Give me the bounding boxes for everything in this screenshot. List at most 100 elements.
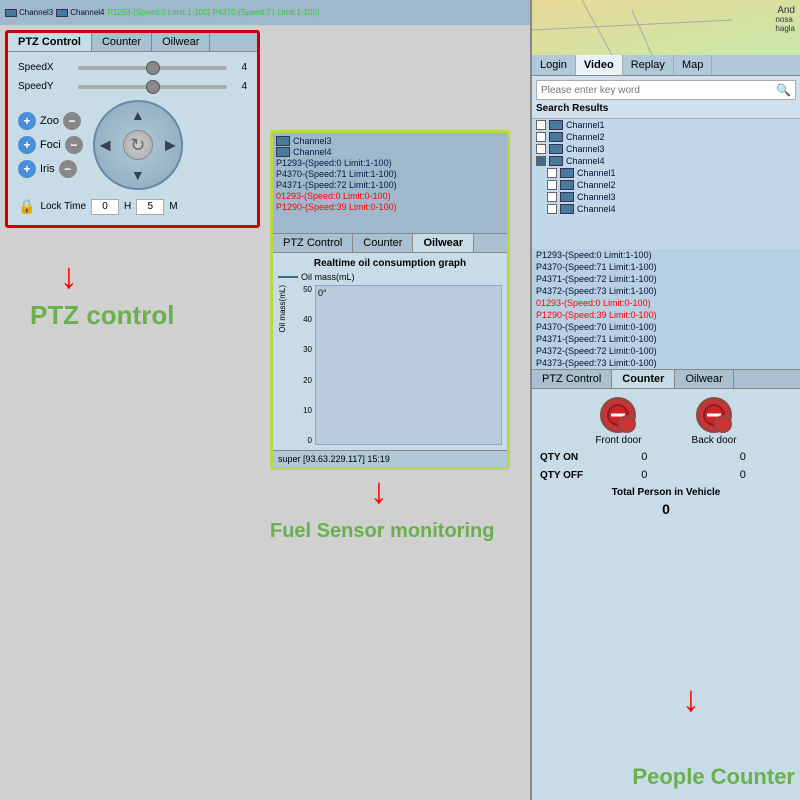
zoom-row: + Zoo −: [18, 112, 83, 130]
channel-checkbox[interactable]: [536, 120, 546, 130]
tab-bottom-counter[interactable]: Counter: [612, 370, 675, 388]
back-door-wrap: Back door: [692, 397, 737, 446]
channel-checkbox[interactable]: [547, 180, 557, 190]
lock-hours-input[interactable]: [91, 199, 119, 215]
channel-speed-text: P4370-(Speed:71 Limit:1-100): [276, 169, 397, 179]
channel-item: Channel1: [532, 119, 800, 131]
channel-text-item: P4372-(Speed:72 Limit:0-100): [532, 345, 800, 357]
map-area: And nosahagla: [532, 0, 800, 55]
tab-login[interactable]: Login: [532, 55, 576, 75]
iris-row: + Iris −: [18, 160, 83, 178]
legend-label: Oil mass(mL): [301, 272, 355, 282]
fuel-footer: super [93.63.229.117] 15:19: [273, 450, 507, 467]
focus-plus-button[interactable]: +: [18, 136, 36, 154]
channel-name: Channel1: [566, 120, 605, 130]
back-qty-off-val: 0: [708, 469, 778, 481]
speedy-label: SpeedY: [18, 81, 73, 92]
channel-text-item: P4371-(Speed:71 Limit:0-100): [532, 333, 800, 345]
channel-name: Channel2: [566, 132, 605, 142]
channel-name: Channel3: [566, 144, 605, 154]
channel-cam-icon: [560, 192, 574, 202]
channel-checkbox[interactable]: [547, 192, 557, 202]
tab-oilwear[interactable]: Oilwear: [152, 33, 210, 51]
joystick-right-arrow[interactable]: ▶: [165, 137, 176, 154]
focus-minus-button[interactable]: −: [65, 136, 83, 154]
channel-name: Channel1: [577, 168, 616, 178]
iris-plus-button[interactable]: +: [18, 160, 36, 178]
speedx-slider[interactable]: [78, 66, 227, 70]
speedy-row: SpeedY 4: [18, 81, 247, 92]
joystick-down-arrow[interactable]: ▼: [131, 167, 145, 183]
channel-item: Channel2: [532, 131, 800, 143]
graph-canvas: 0°: [315, 285, 502, 445]
right-nav-tabs: Login Video Replay Map: [532, 55, 800, 76]
fuel-arrow: ↓: [370, 470, 388, 512]
channel-cam-icon: [549, 156, 563, 166]
zoom-minus-button[interactable]: −: [63, 112, 81, 130]
speedx-label: SpeedX: [18, 62, 73, 73]
speedx-val: 4: [232, 62, 247, 73]
lock-minutes-input[interactable]: [136, 199, 164, 215]
channel-cam-icon: [276, 136, 290, 146]
tab-map[interactable]: Map: [674, 55, 712, 75]
lock-icon: 🔒: [18, 198, 35, 215]
ptz-joystick[interactable]: ▲ ▼ ◀ ▶ ↻: [93, 100, 183, 190]
search-box[interactable]: 🔍: [536, 80, 796, 100]
channel-speed-text: P4371-(Speed:72 Limit:1-100): [276, 180, 397, 190]
qty-on-label: QTY ON: [540, 452, 595, 463]
ptz-arrow: ↓: [60, 255, 78, 297]
zoom-plus-button[interactable]: +: [18, 112, 36, 130]
search-results-label: Search Results: [536, 103, 796, 114]
ptz-controls: + Zoo − + Foci − + Iris − ▲ ▼ ◀: [18, 100, 247, 190]
tab-fuel-counter[interactable]: Counter: [353, 234, 413, 252]
channel-checkbox[interactable]: [536, 132, 546, 142]
speedx-thumb[interactable]: [146, 61, 160, 75]
sub-channel-item: Channel4: [532, 203, 800, 215]
channel-text-item: P4372-(Speed:73 Limit:1-100): [532, 285, 800, 297]
bottom-panel-tabs: PTZ Control Counter Oilwear: [532, 369, 800, 389]
y-val-40: 40: [292, 315, 312, 324]
joystick-left-arrow[interactable]: ◀: [100, 137, 111, 154]
iris-minus-button[interactable]: −: [59, 160, 77, 178]
search-icon[interactable]: 🔍: [776, 83, 791, 97]
lock-row: 🔒 Lock Time H M: [18, 198, 247, 215]
channel-text-item: P4370-(Speed:70 Limit:0-100): [532, 321, 800, 333]
tab-fuel-oilwear[interactable]: Oilwear: [413, 234, 474, 252]
search-input[interactable]: [541, 85, 776, 96]
qty-off-vals: 0 0: [595, 469, 792, 481]
channel-checkbox[interactable]: [547, 168, 557, 178]
legend-line: [278, 276, 298, 278]
total-section: Total Person in Vehicle 0: [540, 487, 792, 517]
tab-replay[interactable]: Replay: [623, 55, 674, 75]
channel-cam-icon: [549, 132, 563, 142]
fuel-tabs: PTZ Control Counter Oilwear: [273, 233, 507, 253]
channel-item: Channel4: [532, 155, 800, 167]
channel-cam-icon: [56, 9, 68, 17]
front-qty-on-val: 0: [609, 451, 679, 463]
speedy-thumb[interactable]: [146, 80, 160, 94]
tab-ptz-control[interactable]: PTZ Control: [8, 33, 92, 51]
speedy-slider[interactable]: [78, 85, 227, 89]
top-channel-item: Channel3: [5, 8, 53, 17]
right-channel-list-top: Channel1 Channel2 Channel3 Channel4 Chan…: [532, 119, 800, 249]
y-val-30: 30: [292, 345, 312, 354]
tab-bottom-ptz[interactable]: PTZ Control: [532, 370, 612, 388]
lock-m-unit: M: [169, 201, 177, 212]
tab-video[interactable]: Video: [576, 55, 623, 75]
people-counter-arrow: ↓: [682, 678, 700, 720]
search-area: 🔍 Search Results: [532, 76, 800, 119]
tab-fuel-ptz[interactable]: PTZ Control: [273, 234, 353, 252]
channel-cam-icon: [560, 168, 574, 178]
joystick-center[interactable]: ↻: [123, 130, 153, 160]
fuel-text-row-red: 01293-(Speed:0 Limit:0-100): [276, 191, 504, 201]
channel-checkbox-checked[interactable]: [536, 156, 546, 166]
channel-checkbox[interactable]: [536, 144, 546, 154]
total-person-label: Total Person in Vehicle: [540, 487, 792, 498]
joystick-up-arrow[interactable]: ▲: [131, 107, 145, 123]
channel-text-item: P4370-(Speed:71 Limit:1-100): [532, 261, 800, 273]
ptz-panel: PTZ Control Counter Oilwear SpeedX 4 Spe…: [5, 30, 260, 228]
graph-legend: Oil mass(mL): [278, 272, 502, 282]
tab-counter[interactable]: Counter: [92, 33, 152, 51]
channel-checkbox[interactable]: [547, 204, 557, 214]
tab-bottom-oilwear[interactable]: Oilwear: [675, 370, 733, 388]
